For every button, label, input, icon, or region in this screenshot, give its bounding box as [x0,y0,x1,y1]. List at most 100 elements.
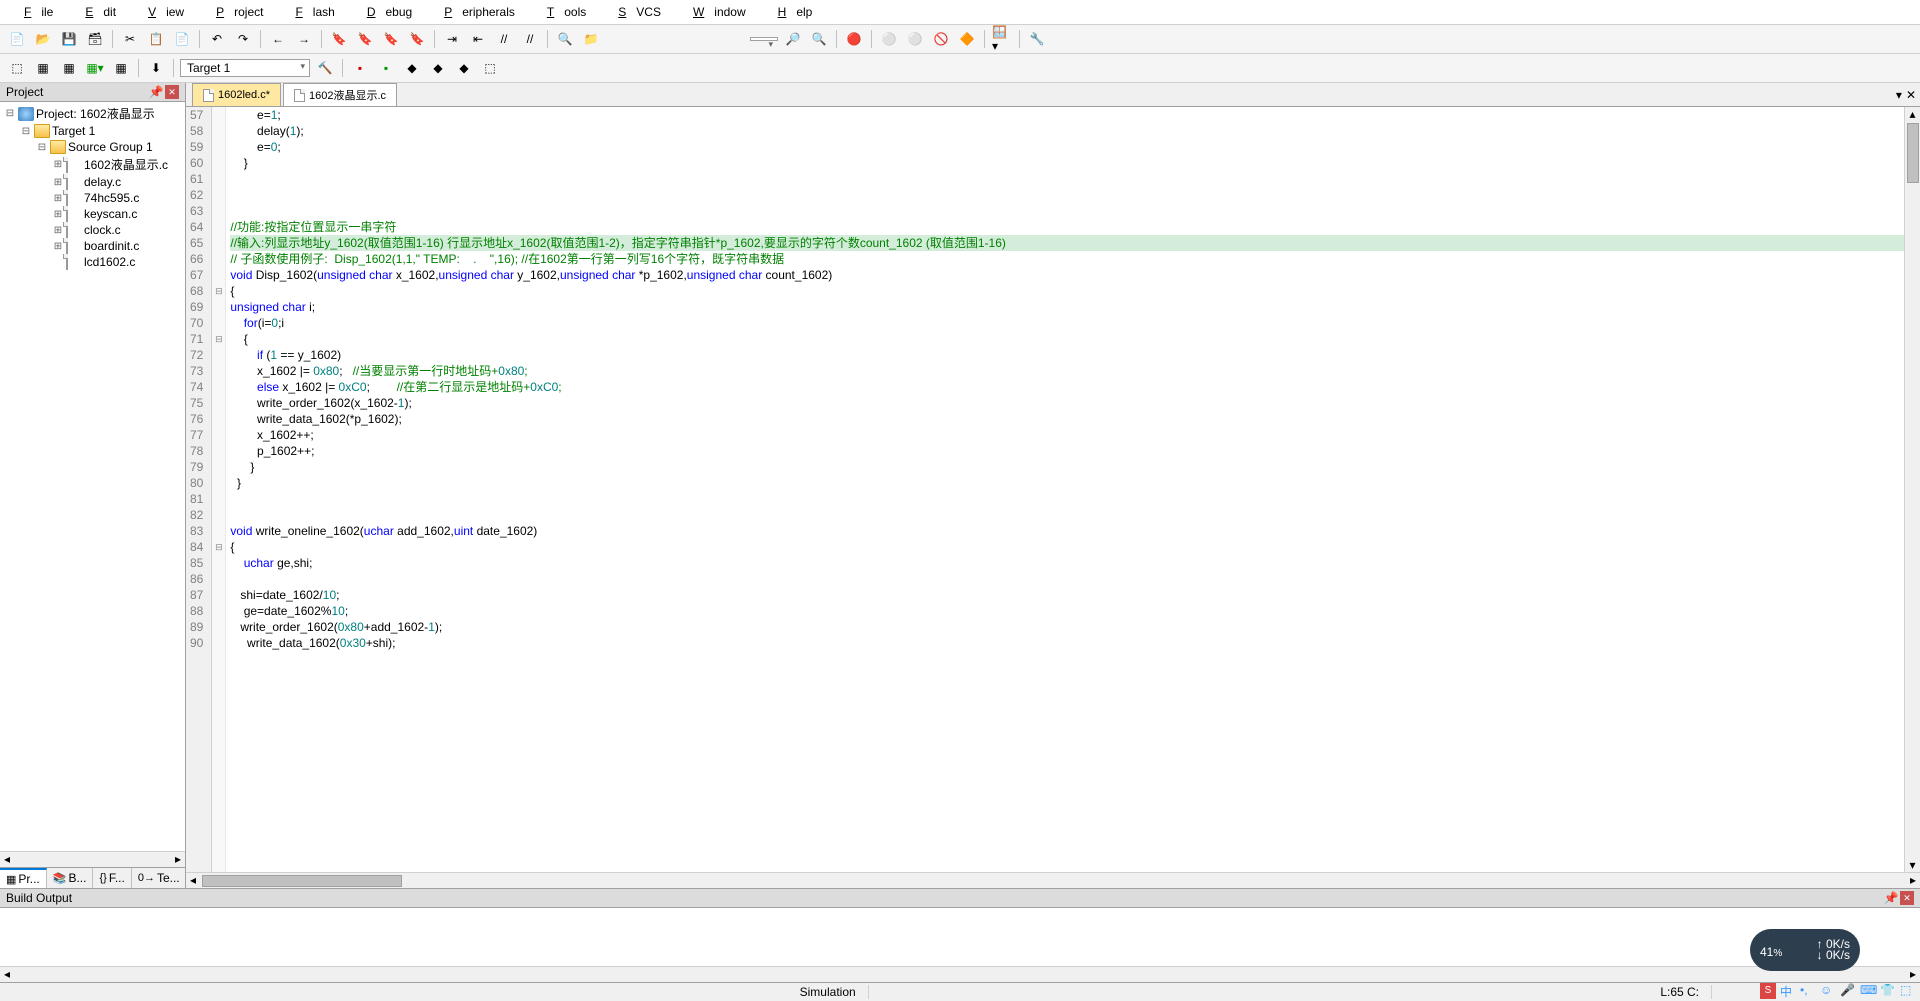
tray-icon[interactable]: ☺ [1820,983,1836,999]
tree-file[interactable]: lcd1602.c [2,254,183,270]
save-all-button[interactable]: 🗃 [84,28,106,50]
menu-view[interactable]: View [128,2,194,22]
tree-file[interactable]: ⊞boardinit.c [2,238,183,254]
new-file-button[interactable]: 📄 [6,28,28,50]
menu-peripherals[interactable]: Peripherals [424,2,525,22]
build-output-content[interactable] [0,908,1920,966]
outdent-button[interactable]: ⇤ [467,28,489,50]
menu-debug[interactable]: Debug [347,2,422,22]
bookmark-clear-button[interactable]: 🔖 [406,28,428,50]
tab-books[interactable]: 📚 B... [47,868,94,888]
tab-functions[interactable]: {} F... [93,868,131,888]
open-file-button[interactable]: 📂 [32,28,54,50]
separator [984,30,985,48]
menu-window[interactable]: Window [673,2,756,22]
configure-button[interactable]: 🔧 [1026,28,1048,50]
translate-button[interactable]: ⬚ [6,57,28,79]
target-select[interactable]: Target 1 [180,59,310,77]
manage5-button[interactable]: ◆ [453,57,475,79]
window-button[interactable]: 🪟▾ [991,28,1013,50]
paste-button[interactable]: 📄 [171,28,193,50]
bookmark-next-button[interactable]: 🔖 [380,28,402,50]
nav-back-button[interactable]: ← [267,28,289,50]
indent-button[interactable]: ⇥ [441,28,463,50]
tree-file[interactable]: ⊞1602液晶显示.c [2,155,183,174]
manage3-button[interactable]: ◆ [401,57,423,79]
manage-button[interactable]: ▪ [349,57,371,79]
code-content[interactable]: e=1; delay(1); e=0; }//功能:按指定位置显示一串字符//输… [226,107,1904,872]
pin-icon[interactable]: 📌 [149,85,163,99]
tab-close-button[interactable]: ✕ [1906,88,1916,102]
tree-root-label: Project: 1602液晶显示 [36,105,155,122]
editor-hscroll[interactable]: ◂ ▸ [186,872,1920,888]
tab-project[interactable]: ▦ Pr... [0,868,47,888]
bookmark-button[interactable]: 🔖 [328,28,350,50]
redo-button[interactable]: ↷ [232,28,254,50]
target-options-button[interactable]: 🔨 [314,57,336,79]
cut-button[interactable]: ✂ [119,28,141,50]
ime-icon[interactable]: S [1760,983,1776,999]
build-hscroll[interactable]: ◂▸ [0,966,1920,982]
save-button[interactable]: 💾 [58,28,80,50]
bookmark-prev-button[interactable]: 🔖 [354,28,376,50]
tree-file[interactable]: ⊞keyscan.c [2,206,183,222]
debug-button[interactable]: 🔴 [843,28,865,50]
pin-icon[interactable]: 📌 [1884,891,1898,905]
editor-vscroll[interactable]: ▴ ▾ [1904,107,1920,872]
manage4-button[interactable]: ◆ [427,57,449,79]
browse-button[interactable]: 📁 [580,28,602,50]
tray-icon[interactable]: 中 [1780,983,1796,999]
breakpoint2-button[interactable]: ⚪ [904,28,926,50]
manage2-button[interactable]: ▪ [375,57,397,79]
menu-file[interactable]: File [4,2,63,22]
project-hscroll[interactable]: ◂▸ [0,851,185,867]
editor-tab[interactable]: 1602led.c* [192,83,281,106]
tree-group[interactable]: ⊟ Source Group 1 [2,139,183,155]
close-panel-button[interactable]: ✕ [165,85,179,99]
project-tree[interactable]: ⊟ Project: 1602液晶显示 ⊟ Target 1 ⊟ Source … [0,102,185,851]
editor-tab[interactable]: 1602液晶显示.c [283,83,397,106]
tab-dropdown-button[interactable]: ▾ [1896,88,1902,102]
tab-templates[interactable]: 0→ Te... [132,868,187,888]
rebuild-button[interactable]: ▦ [58,57,80,79]
tray-icon[interactable]: ⌨ [1860,983,1876,999]
tray-icon[interactable]: 👕 [1880,983,1896,999]
separator [547,30,548,48]
menu-edit[interactable]: Edit [65,2,126,22]
uncomment-button[interactable]: // [519,28,541,50]
nav-forward-button[interactable]: → [293,28,315,50]
separator [1019,30,1020,48]
search-combo[interactable] [750,37,778,41]
menu-svcs[interactable]: SVCS [598,2,671,22]
tray-icon[interactable]: ⬚ [1900,983,1916,999]
code-editor[interactable]: 5758596061626364656667686970717273747576… [186,107,1920,872]
tree-file[interactable]: ⊞74hc595.c [2,190,183,206]
find-in-files-button[interactable]: 🔎 [782,28,804,50]
tree-file[interactable]: ⊞delay.c [2,174,183,190]
fold-column[interactable]: ⊟⊟⊟ [212,107,226,872]
tray-icon[interactable]: 🎤 [1840,983,1856,999]
copy-button[interactable]: 📋 [145,28,167,50]
find-button[interactable]: 🔍 [554,28,576,50]
stop-build-button[interactable]: ▦ [110,57,132,79]
tree-target[interactable]: ⊟ Target 1 [2,123,183,139]
comment-button[interactable]: // [493,28,515,50]
tree-root[interactable]: ⊟ Project: 1602液晶显示 [2,104,183,123]
manage6-button[interactable]: ⬚ [479,57,501,79]
batch-build-button[interactable]: ▦▾ [84,57,106,79]
tree-file[interactable]: ⊞clock.c [2,222,183,238]
menu-tools[interactable]: Tools [527,2,596,22]
download-button[interactable]: ⬇ [145,57,167,79]
breakpoint-button[interactable]: ⚪ [878,28,900,50]
overlay-percent: 41% [1760,940,1782,961]
menu-flash[interactable]: Flash [275,2,344,22]
undo-button[interactable]: ↶ [206,28,228,50]
breakpoint-kill-button[interactable]: 🔶 [956,28,978,50]
menu-project[interactable]: Project [196,2,273,22]
incremental-find-button[interactable]: 🔍 [808,28,830,50]
breakpoint-disable-button[interactable]: 🚫 [930,28,952,50]
build-button[interactable]: ▦ [32,57,54,79]
tray-icon[interactable]: •, [1800,983,1816,999]
close-build-button[interactable]: ✕ [1900,891,1914,905]
menu-help[interactable]: Help [758,2,823,22]
